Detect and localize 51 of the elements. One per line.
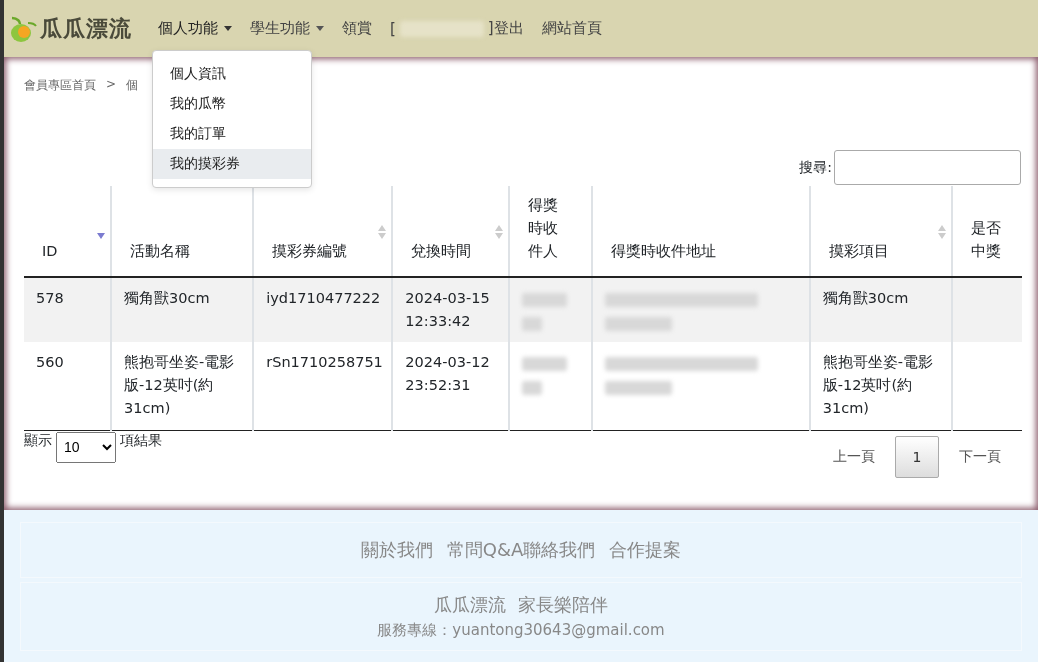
table-cell: 560	[24, 341, 112, 430]
column-header[interactable]: 得獎時收件人	[509, 186, 592, 277]
page-button[interactable]: 1	[895, 435, 939, 478]
redacted-text	[522, 292, 568, 307]
nav-menu[interactable]: 學生功能	[250, 19, 324, 38]
redacted-text	[522, 356, 568, 371]
footer-slogan: 瓜瓜漂流 家長樂陪伴	[434, 593, 608, 617]
column-header[interactable]: 得獎時收件地址	[591, 186, 810, 277]
length-label: 項結果	[120, 431, 162, 450]
breadcrumb-separator: >	[106, 77, 117, 93]
redacted-text	[604, 316, 672, 331]
length-label: 顯示	[24, 431, 52, 450]
redacted-text	[522, 380, 543, 395]
previous-page-link[interactable]: 上一頁	[833, 447, 875, 466]
table-cell: rSn1710258751	[253, 341, 393, 430]
caret-icon	[316, 26, 324, 31]
nav-link[interactable]: 領賞	[342, 19, 372, 38]
breadcrumb-link[interactable]: 個	[126, 77, 139, 94]
bracket: [	[390, 19, 396, 38]
column-header[interactable]: ID	[24, 186, 112, 277]
brand-name[interactable]: 瓜瓜漂流	[40, 13, 132, 44]
sort-icon[interactable]	[936, 224, 947, 240]
search-label: 搜尋:	[799, 158, 832, 177]
table-cell: 2024-03-12 23:52:31	[392, 341, 510, 430]
nav-menu[interactable]: 個人功能	[158, 19, 232, 38]
table-cell: iyd1710477222	[253, 276, 393, 342]
table-cell: 熊抱哥坐姿-電影版-12英吋(約31cm)	[809, 341, 952, 430]
table-cell: 熊抱哥坐姿-電影版-12英吋(約31cm)	[111, 341, 254, 430]
column-header[interactable]: 是否中獎	[951, 186, 1022, 277]
caret-icon	[224, 26, 232, 31]
contact-text: 服務專線：yuantong30643@gmail.com	[377, 621, 665, 640]
column-header[interactable]: 摸彩項目	[809, 186, 952, 277]
breadcrumb-link[interactable]: 會員專區首頁	[24, 77, 96, 94]
table-cell: 578	[24, 276, 112, 342]
page-size-select[interactable]: 10	[56, 431, 116, 463]
sort-icon[interactable]	[494, 224, 505, 240]
table-cell: 獨角獸30cm	[111, 276, 254, 342]
menu-item[interactable]: 個人資訊	[153, 59, 311, 89]
menu-item[interactable]: 我的瓜幣	[153, 89, 311, 119]
column-header[interactable]: 兌換時間	[392, 186, 510, 277]
sort-icon[interactable]	[377, 224, 388, 240]
nav-link[interactable]: 網站首頁	[541, 19, 602, 38]
search-field[interactable]	[834, 150, 1021, 185]
table-cell: 2024-03-15 12:33:42	[392, 276, 510, 342]
redacted-text	[604, 380, 672, 395]
table-cell: 獨角獸30cm	[809, 276, 952, 342]
logout-link[interactable]: ]登出	[487, 19, 524, 38]
menu-item[interactable]: 我的訂單	[153, 119, 311, 149]
menu-item[interactable]: 我的摸彩券	[153, 149, 311, 179]
next-page-link[interactable]: 下一頁	[959, 447, 1001, 466]
redacted-text	[522, 316, 543, 331]
